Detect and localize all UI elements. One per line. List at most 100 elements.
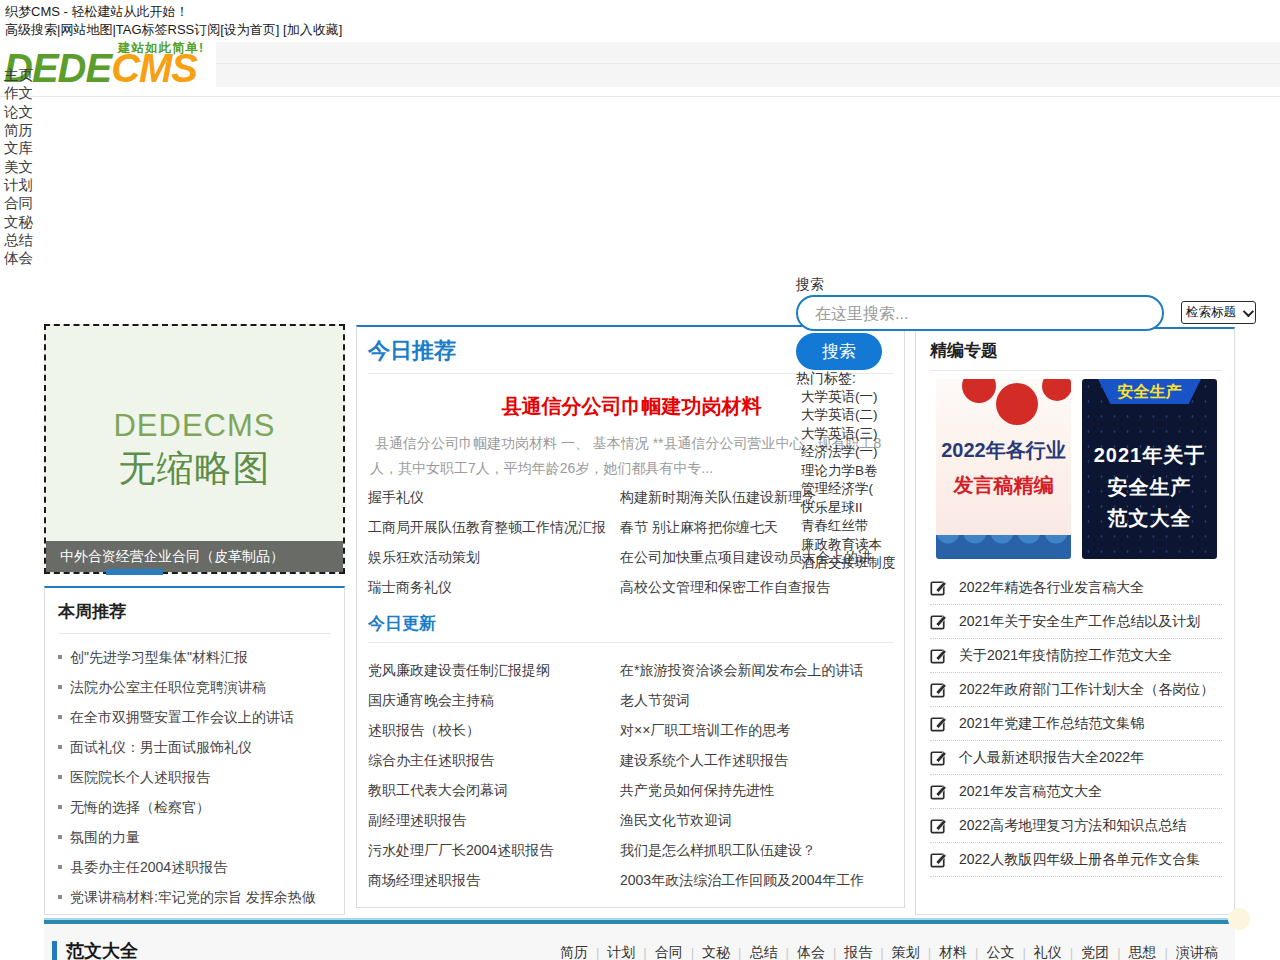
nav-item[interactable]: 总结: [4, 231, 33, 249]
nav-item[interactable]: 主页: [4, 66, 33, 84]
header-divider: [0, 96, 1280, 97]
nav-item[interactable]: 计划: [4, 176, 33, 194]
nav-item[interactable]: 合同: [4, 194, 33, 212]
article-link[interactable]: 我们是怎么样抓职工队伍建设？: [620, 835, 864, 865]
hot-tag-link[interactable]: 理论力学B卷: [801, 462, 896, 481]
topic-link-text: 2022年政府部门工作计划大全（各岗位）: [959, 681, 1214, 697]
article-link[interactable]: 创"先进学习型集体"材料汇报: [58, 642, 331, 672]
footer-nav-item[interactable]: 合同: [635, 944, 682, 960]
nav-item[interactable]: 文秘: [4, 213, 33, 231]
article-link[interactable]: 综合办主任述职报告: [368, 745, 553, 775]
article-link[interactable]: 2003年政法综治工作回顾及2004年工作: [620, 865, 864, 895]
footer-nav-item[interactable]: 策划: [872, 944, 919, 960]
topic-link[interactable]: 2022高考地理复习方法和知识点总结: [930, 809, 1222, 843]
hot-tag-link[interactable]: 大学英语(三): [801, 425, 896, 444]
article-link[interactable]: 建设系统个人工作述职报告: [620, 745, 864, 775]
footer-nav-item[interactable]: 演讲稿: [1157, 944, 1218, 960]
hot-tag-link[interactable]: 酒店交接班制度: [801, 554, 896, 573]
article-link[interactable]: 工商局开展队伍教育整顿工作情况汇报: [368, 512, 606, 542]
edit-icon: [930, 817, 947, 834]
article-link[interactable]: 氛围的力量: [58, 822, 331, 852]
article-link[interactable]: 在全市双拥暨安置工作会议上的讲话: [58, 702, 331, 732]
nav-item[interactable]: 作文: [4, 84, 33, 102]
hot-tag-link[interactable]: 大学英语(二): [801, 406, 896, 425]
topic-link[interactable]: 2021年关于安全生产工作总结以及计划: [930, 605, 1222, 639]
hot-tag-link[interactable]: 青春红丝带: [801, 517, 896, 536]
topic-card-speech[interactable]: 2022年各行业 发言稿精编: [936, 379, 1071, 559]
article-link[interactable]: 污水处理厂厂长2004述职报告: [368, 835, 553, 865]
search-type-select[interactable]: 检索标题: [1181, 301, 1256, 324]
footer-nav-item[interactable]: 党团: [1062, 944, 1109, 960]
footer-nav-item[interactable]: 思想: [1109, 944, 1156, 960]
lantern-decor: [962, 379, 996, 403]
logo-tagline: 建站如此简单!: [118, 40, 204, 57]
footer-nav-item[interactable]: 文秘: [683, 944, 730, 960]
topic-link[interactable]: 2022年政府部门工作计划大全（各岗位）: [930, 673, 1222, 707]
article-link[interactable]: 党风廉政建设责任制汇报提纲: [368, 655, 553, 685]
article-link[interactable]: 面试礼仪：男士面试服饰礼仪: [58, 732, 331, 762]
carousel-pager[interactable]: [106, 569, 163, 575]
topic-link[interactable]: 个人最新述职报告大全2022年: [930, 741, 1222, 775]
nav-item[interactable]: 体会: [4, 249, 33, 267]
featured-carousel[interactable]: DEDECMS 无缩略图 中外合资经营企业合同（皮革制品）: [44, 324, 345, 574]
article-link[interactable]: 党课讲稿材料:牢记党的宗旨 发挥余热做: [58, 882, 331, 912]
nav-item[interactable]: 简历: [4, 121, 33, 139]
article-link[interactable]: 对××厂职工培训工作的思考: [620, 715, 864, 745]
topic-link[interactable]: 关于2021年疫情防控工作范文大全: [930, 639, 1222, 673]
article-link[interactable]: 渔民文化节欢迎词: [620, 805, 864, 835]
article-link[interactable]: 县委办主任2004述职报告: [58, 852, 331, 882]
nav-item[interactable]: 美文: [4, 158, 33, 176]
footer-nav-item[interactable]: 礼仪: [1014, 944, 1061, 960]
footer-nav-item[interactable]: 体会: [777, 944, 824, 960]
nav-item[interactable]: 文库: [4, 139, 33, 157]
article-link[interactable]: 医院院长个人述职报告: [58, 762, 331, 792]
edit-icon: [930, 579, 947, 596]
search-button[interactable]: 搜索: [796, 333, 882, 370]
hot-tag-link[interactable]: 大学英语(一): [801, 388, 896, 407]
article-link[interactable]: 教职工代表大会闭幕词: [368, 775, 553, 805]
hot-tag-link[interactable]: 快乐星球II: [801, 499, 896, 518]
article-link[interactable]: 娱乐狂欢活动策划: [368, 542, 606, 572]
topic-card-line: 2022年各行业: [936, 437, 1071, 464]
edit-icon: [930, 681, 947, 698]
footer-nav-item[interactable]: 简历: [560, 944, 588, 960]
article-link[interactable]: 高校公文管理和保密工作自查报告: [620, 572, 872, 602]
article-link[interactable]: 老人节贺词: [620, 685, 864, 715]
topic-link[interactable]: 2022人教版四年级上册各单元作文合集: [930, 843, 1222, 877]
article-link[interactable]: 述职报告（校长）: [368, 715, 553, 745]
footer-nav-item[interactable]: 总结: [730, 944, 777, 960]
article-link[interactable]: 在*旅游投资洽谈会新闻发布会上的讲话: [620, 655, 864, 685]
article-link[interactable]: 副经理述职报告: [368, 805, 553, 835]
search-input[interactable]: 在这里搜索...: [796, 295, 1164, 331]
topics-panel: 精编专题 2022年各行业 发言稿精编 安全生产 2021年关于 安全生产 范文…: [915, 327, 1235, 915]
hot-tags-list: 大学英语(一)大学英语(二)大学英语(三)经济法学(一)理论力学B卷管理经济学(…: [796, 388, 896, 573]
article-link[interactable]: 商场经理述职报告: [368, 865, 553, 895]
today-updates-title: 今日更新: [368, 612, 436, 635]
site-slogan: 织梦CMS - 轻松建站从此开始！: [5, 3, 188, 21]
topic-link[interactable]: 2021年党建工作总结范文集锦: [930, 707, 1222, 741]
article-link[interactable]: 无悔的选择（检察官）: [58, 792, 331, 822]
carousel-caption[interactable]: 中外合资经营企业合同（皮革制品）: [46, 541, 343, 572]
footer-nav-item[interactable]: 报告: [825, 944, 872, 960]
article-link[interactable]: 共产党员如何保持先进性: [620, 775, 864, 805]
topic-link[interactable]: 2022年精选各行业发言稿大全: [930, 571, 1222, 605]
article-link[interactable]: 法院办公室主任职位竞聘演讲稿: [58, 672, 331, 702]
topic-card-safety[interactable]: 安全生产 2021年关于 安全生产 范文大全: [1082, 379, 1217, 559]
footer-nav-item[interactable]: 公文: [967, 944, 1014, 960]
topic-link[interactable]: 2021年发言稿范文大全: [930, 775, 1222, 809]
back-to-top-button[interactable]: [1228, 908, 1250, 930]
hot-tags: 热门标签: 大学英语(一)大学英语(二)大学英语(三)经济法学(一)理论力学B卷…: [796, 369, 896, 573]
hot-tag-link[interactable]: 管理经济学(: [801, 480, 896, 499]
hot-tag-link[interactable]: 经济法学(一): [801, 443, 896, 462]
today-links-left: 握手礼仪工商局开展队伍教育整顿工作情况汇报娱乐狂欢活动策划瑞士商务礼仪: [368, 482, 606, 602]
article-link[interactable]: 国庆通宵晚会主持稿: [368, 685, 553, 715]
article-link[interactable]: 瑞士商务礼仪: [368, 572, 606, 602]
footer-nav-item[interactable]: 计划: [588, 944, 635, 960]
top-links[interactable]: 高级搜索|网站地图|TAG标签RSS订阅[设为首页] [加入收藏]: [5, 21, 342, 39]
nav-item[interactable]: 论文: [4, 103, 33, 121]
footer-nav-item[interactable]: 材料: [920, 944, 967, 960]
hot-tags-label: 热门标签:: [796, 369, 896, 388]
article-link[interactable]: 握手礼仪: [368, 482, 606, 512]
hot-tag-link[interactable]: 廉政教育读本: [801, 536, 896, 555]
lantern-decor: [996, 383, 1038, 425]
